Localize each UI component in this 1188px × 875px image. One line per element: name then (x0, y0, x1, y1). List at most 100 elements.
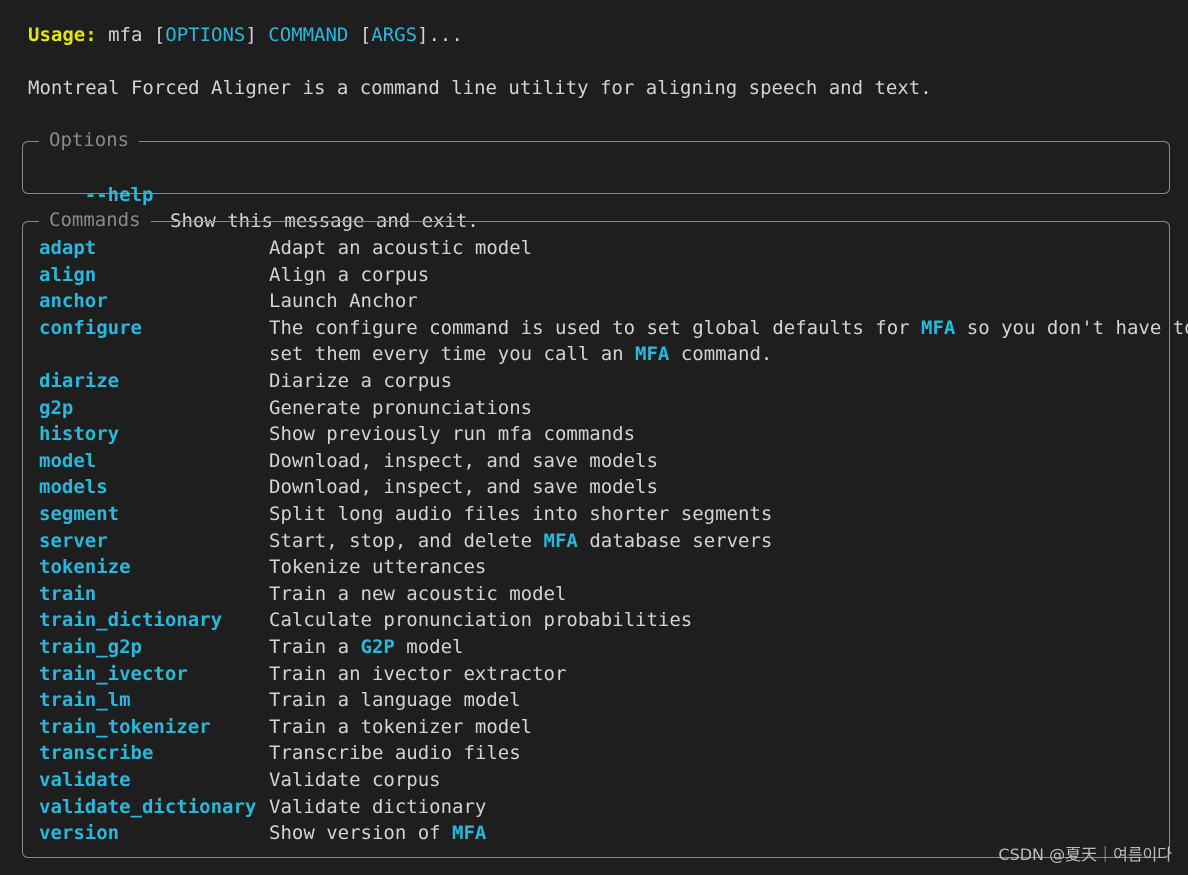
command-row: train_dictionary Calculate pronunciation … (39, 607, 692, 634)
command-row: adapt Adapt an acoustic model (39, 235, 532, 262)
command-row: train Train a new acoustic model (39, 581, 566, 608)
usage-bracket: ] (245, 24, 257, 46)
usage-line: Usage: mfa [OPTIONS] COMMAND [ARGS]... (28, 22, 463, 48)
command-name: diarize (39, 370, 120, 392)
commands-panel: Commands adapt Adapt an acoustic model ali… (22, 207, 1188, 858)
options-panel: Options --help Show this message and exi… (22, 127, 1170, 232)
command-desc: Download, inspect, and save models (269, 476, 658, 499)
command-desc: Download, inspect, and save models (269, 449, 658, 472)
command-desc: Split long audio files into shorter segm… (269, 503, 773, 525)
usage-command: COMMAND (268, 24, 349, 46)
command-row: history Show previously run mfa commands (39, 421, 635, 448)
mfa-highlight: MFA (635, 343, 670, 366)
command-desc: Align a corpus (269, 263, 430, 286)
command-desc: Show previously run mfa commands (269, 423, 636, 446)
command-name: train_ivector (39, 662, 188, 685)
command-desc-part: model (394, 636, 464, 658)
command-name: segment (39, 503, 120, 525)
command-desc: Calculate pronunciation probabilities (269, 609, 693, 632)
usage-program: mfa (96, 24, 154, 46)
command-row: tokenize Tokenize utterances (39, 554, 486, 581)
command-name: adapt (39, 237, 97, 259)
command-desc-part: Train a (269, 636, 361, 658)
command-row: configure The configure command is used t… (39, 315, 1188, 366)
command-name: version (39, 822, 120, 845)
command-name: server (39, 529, 108, 552)
command-name: configure (39, 316, 142, 339)
command-row: model Download, inspect, and save models (39, 448, 658, 475)
command-desc: Show version of MFA (269, 820, 486, 847)
command-name: train_lm (39, 689, 131, 712)
command-desc: Train a tokenizer model (269, 715, 533, 738)
command-desc-part: Show version of (269, 822, 453, 845)
command-desc-part: database servers (577, 529, 773, 552)
command-desc: Validate dictionary (269, 795, 487, 818)
command-name: transcribe (39, 742, 154, 765)
command-row: anchor Launch Anchor (39, 288, 418, 315)
usage-space (348, 24, 359, 46)
command-name: history (39, 423, 120, 446)
command-name: models (39, 476, 108, 499)
command-desc: Diarize a corpus (269, 370, 453, 392)
usage-options: OPTIONS (165, 24, 246, 46)
command-name: train (39, 582, 97, 605)
command-row: server Start, stop, and delete MFA databa… (39, 528, 772, 555)
watermark: CSDN @夏天｜여름이다 (998, 845, 1172, 864)
command-desc: Transcribe audio files (269, 742, 521, 765)
command-row: version Show version of MFA (39, 820, 486, 847)
command-desc-part: Start, stop, and delete (269, 529, 544, 552)
command-row: align Align a corpus (39, 262, 429, 289)
command-row: segment Split long audio files into short… (39, 501, 772, 528)
command-desc: Adapt an acoustic model (269, 237, 533, 259)
command-name: model (39, 449, 97, 472)
usage-args: ARGS (371, 24, 418, 46)
command-name: train_dictionary (39, 609, 223, 632)
command-row: train_lm Train a language model (39, 687, 521, 714)
command-row: train_tokenizer Train a tokenizer model (39, 714, 532, 741)
command-name: validate (39, 769, 131, 791)
command-desc: Validate corpus (269, 769, 441, 791)
command-name: anchor (39, 290, 108, 313)
options-panel-title: Options (39, 127, 140, 153)
command-name: align (39, 263, 97, 286)
usage-ellipsis: ... (428, 24, 463, 46)
command-desc: The configure command is used to set glo… (269, 315, 1188, 368)
command-name: train_g2p (39, 636, 142, 658)
command-desc-part: command. (669, 343, 773, 366)
command-desc: Start, stop, and delete MFA database ser… (269, 528, 772, 555)
command-row: models Download, inspect, and save models (39, 474, 658, 501)
mfa-highlight: MFA (543, 529, 578, 552)
command-row: train_ivector Train an ivector extractor (39, 661, 566, 688)
command-row: validate_dictionary Validate dictionary (39, 794, 486, 821)
command-desc: Generate pronunciations (269, 396, 533, 419)
command-desc: Train an ivector extractor (269, 662, 567, 685)
program-description: Montreal Forced Aligner is a command lin… (28, 77, 932, 99)
usage-space (257, 24, 268, 46)
command-desc: Train a G2P model (269, 634, 463, 661)
command-desc: Launch Anchor (269, 290, 418, 313)
mfa-highlight: MFA (452, 822, 487, 845)
command-desc: Tokenize utterances (269, 556, 487, 579)
mfa-highlight: G2P (360, 636, 395, 658)
command-name: train_tokenizer (39, 715, 211, 738)
mfa-highlight: MFA (921, 316, 956, 339)
usage-bracket: ] (417, 24, 429, 46)
commands-panel-title: Commands (39, 207, 151, 233)
command-row: validate Validate corpus (39, 767, 441, 794)
command-row: train_g2p Train a G2P model (39, 634, 463, 661)
usage-bracket: [ (153, 24, 166, 46)
command-name: g2p (39, 396, 74, 419)
usage-bracket: [ (359, 24, 372, 46)
option-name: --help (84, 183, 154, 206)
command-name: validate_dictionary (39, 795, 257, 818)
command-name: tokenize (39, 556, 131, 579)
command-desc: Train a new acoustic model (269, 582, 567, 605)
command-row: diarize Diarize a corpus (39, 368, 452, 395)
usage-label: Usage: (28, 24, 97, 46)
command-desc-part: so you don't have to (955, 316, 1188, 339)
command-row: transcribe Transcribe audio files (39, 740, 521, 767)
command-desc-part: set them every time you call an (269, 343, 636, 366)
command-row: g2p Generate pronunciations (39, 395, 532, 422)
command-desc: Train a language model (269, 689, 521, 712)
command-desc-part: The configure command is used to set glo… (269, 316, 922, 339)
